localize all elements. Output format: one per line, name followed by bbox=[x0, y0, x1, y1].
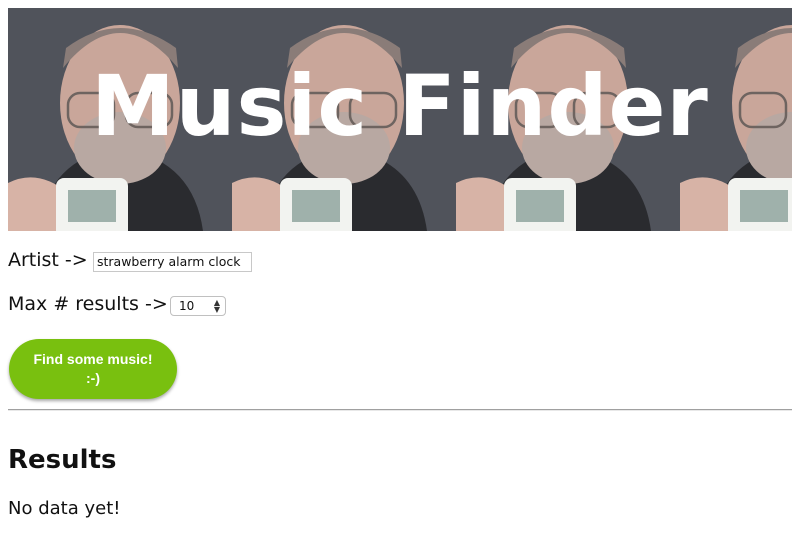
page-title: Music Finder bbox=[91, 57, 709, 155]
stepper-arrows-icon[interactable]: ▲ ▼ bbox=[214, 299, 220, 314]
results-heading: Results bbox=[8, 445, 117, 475]
divider bbox=[8, 409, 792, 411]
results-message: No data yet! bbox=[8, 498, 121, 519]
max-results-value: 10 bbox=[179, 299, 195, 313]
max-results-label: Max # results -> bbox=[8, 293, 168, 315]
artist-label: Artist -> bbox=[8, 249, 88, 271]
max-results-stepper[interactable]: 10 ▲ ▼ bbox=[170, 296, 226, 316]
header-banner: Music Finder bbox=[8, 8, 792, 231]
find-music-button[interactable]: Find some music! :-) bbox=[9, 339, 177, 399]
artist-input[interactable]: strawberry alarm clock bbox=[93, 252, 252, 272]
